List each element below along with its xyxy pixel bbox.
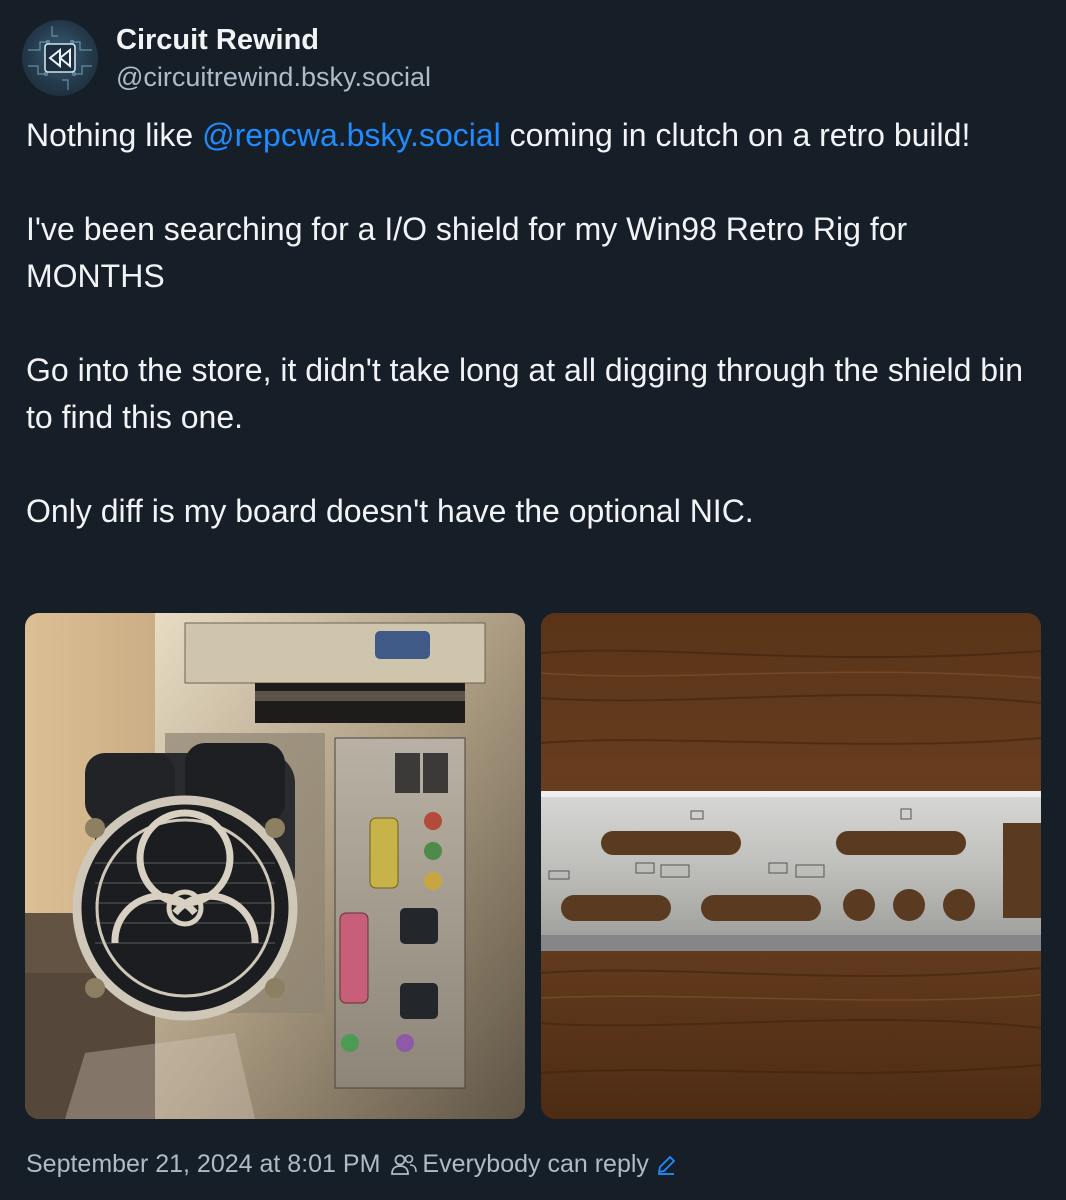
post-text-segment: coming in clutch on a retro build! <box>500 117 971 153</box>
post-footer: September 21, 2024 at 8:01 PM Everybody … <box>26 1150 677 1179</box>
author-display-name[interactable]: Circuit Rewind <box>116 22 431 58</box>
post-images <box>25 613 1041 1119</box>
post-paragraph-4: Only diff is my board doesn't have the o… <box>26 493 754 529</box>
post-paragraph-3: Go into the store, it didn't take long a… <box>26 352 1023 435</box>
post-image-pc-case[interactable] <box>25 613 525 1119</box>
author-avatar[interactable] <box>22 20 98 96</box>
post-image-io-shield[interactable] <box>541 613 1041 1119</box>
mention-link[interactable]: @repcwa.bsky.social <box>202 117 501 153</box>
rewind-icon <box>28 26 92 90</box>
post-header: Circuit Rewind @circuitrewind.bsky.socia… <box>22 20 431 96</box>
people-icon <box>390 1153 418 1177</box>
post-paragraph-2: I've been searching for a I/O shield for… <box>26 211 908 294</box>
pencil-icon[interactable] <box>655 1154 677 1176</box>
author-handle[interactable]: @circuitrewind.bsky.social <box>116 59 431 95</box>
post-text-segment: Nothing like <box>26 117 203 153</box>
post-timestamp[interactable]: September 21, 2024 at 8:01 PM <box>26 1150 380 1179</box>
post-paragraph-1: Nothing like @repcwa.bsky.social coming … <box>26 112 1046 159</box>
reply-setting-label[interactable]: Everybody can reply <box>422 1150 649 1179</box>
post-body: Nothing like @repcwa.bsky.social coming … <box>26 112 1046 582</box>
